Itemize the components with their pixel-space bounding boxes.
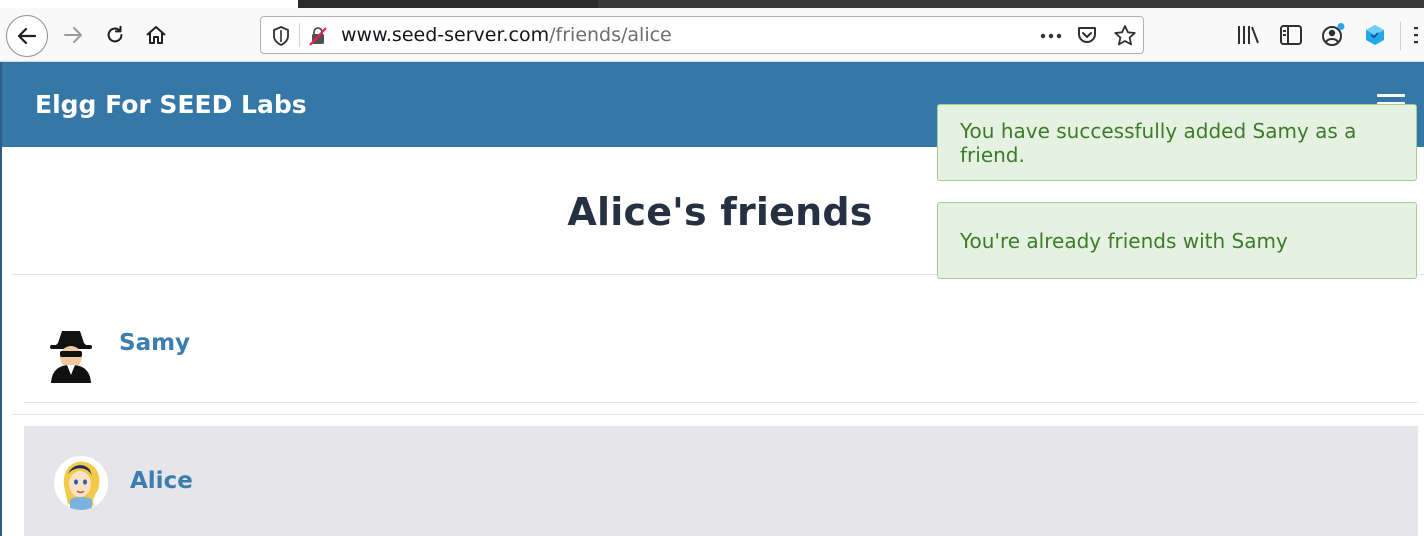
success-message[interactable]: You have successfully added Samy as a fr…	[937, 104, 1417, 181]
samy-avatar[interactable]	[46, 327, 96, 383]
list-divider	[12, 414, 1424, 415]
extension-cube-icon	[1366, 25, 1384, 45]
arrow-right-icon	[64, 27, 82, 43]
success-message-text: You have successfully added Samy as a fr…	[960, 118, 1357, 167]
extension-button[interactable]	[1358, 18, 1392, 52]
window-top-strip	[0, 0, 1424, 8]
forward-button[interactable]	[56, 18, 90, 52]
browser-toolbar: www.seed-server.com/friends/alice	[0, 8, 1424, 62]
insecure-lock-icon[interactable]	[307, 25, 329, 47]
friend-list-item: Alice	[24, 426, 1418, 536]
url-path: /friends/alice	[549, 24, 672, 46]
friend-name-link[interactable]: Samy	[119, 330, 190, 356]
account-icon	[1322, 23, 1345, 46]
sidebar-button[interactable]	[1274, 18, 1308, 52]
tab-strip-segment	[298, 0, 598, 8]
alice-avatar[interactable]	[54, 456, 108, 510]
library-button[interactable]	[1231, 18, 1265, 52]
arrow-left-icon	[17, 27, 37, 45]
url-host: www.seed-server.com	[341, 24, 550, 46]
friend-list-item: Samy	[24, 275, 1418, 403]
home-button[interactable]	[139, 18, 173, 52]
toolbar-separator	[1400, 22, 1401, 50]
more-actions-icon[interactable]	[1039, 27, 1063, 45]
friend-name-link[interactable]: Alice	[130, 468, 193, 494]
home-icon	[146, 26, 166, 44]
tab-strip-segment	[598, 0, 1424, 8]
menu-button[interactable]	[1408, 18, 1424, 52]
reload-icon	[107, 25, 123, 43]
success-message[interactable]: You're already friends with Samy	[937, 202, 1417, 279]
success-message-text: You're already friends with Samy	[960, 228, 1288, 253]
reload-button[interactable]	[98, 18, 132, 52]
account-button[interactable]	[1316, 18, 1350, 52]
address-bar[interactable]: www.seed-server.com/friends/alice	[260, 16, 1144, 54]
sidebar-icon	[1280, 25, 1302, 45]
shield-icon[interactable]	[272, 26, 290, 46]
address-bar-separator	[299, 23, 300, 47]
overflow-menu-icon	[1414, 27, 1418, 44]
back-button[interactable]	[6, 15, 48, 57]
url-text[interactable]: www.seed-server.com/friends/alice	[341, 17, 672, 53]
site-brand[interactable]: Elgg For SEED Labs	[35, 62, 307, 148]
pocket-icon[interactable]	[1076, 24, 1098, 46]
library-icon	[1238, 26, 1259, 44]
bookmark-star-icon[interactable]	[1113, 24, 1137, 48]
